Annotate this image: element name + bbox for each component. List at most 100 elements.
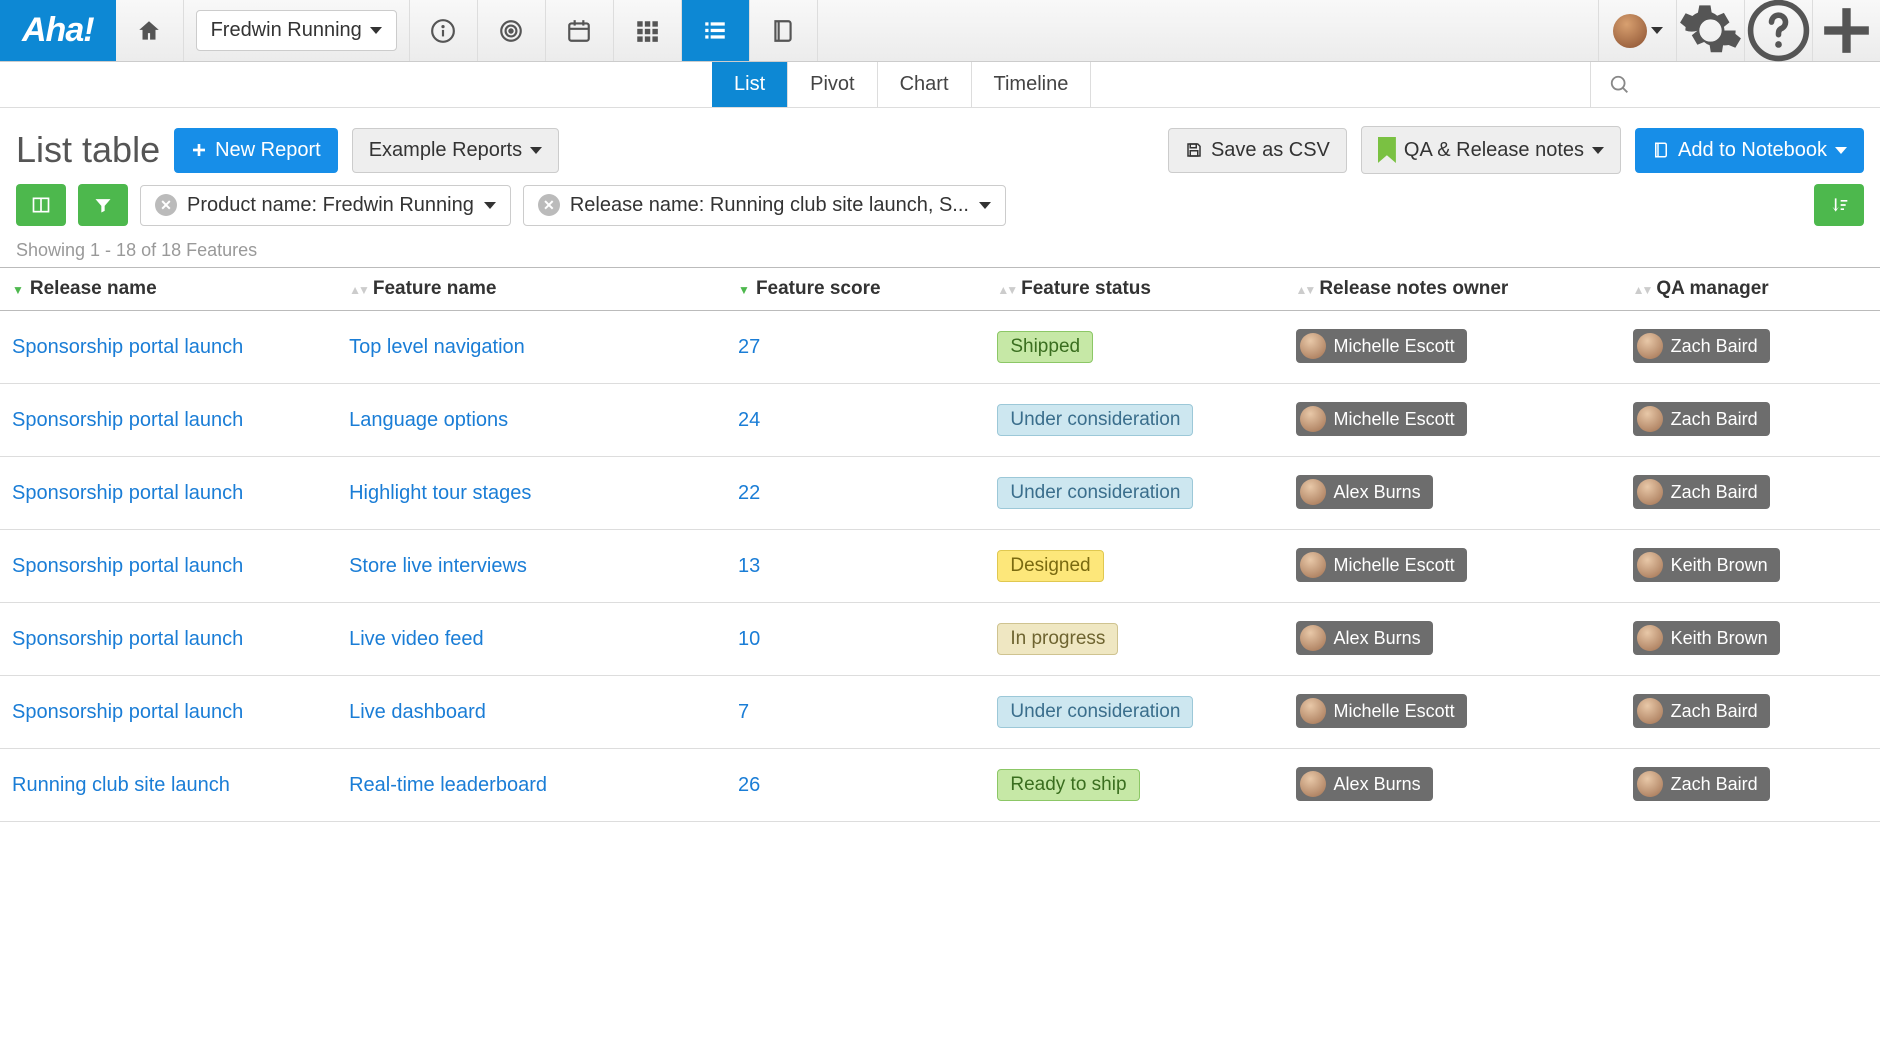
tab-timeline[interactable]: Timeline	[972, 62, 1092, 107]
info-icon[interactable]	[410, 0, 478, 61]
plus-icon[interactable]	[1812, 0, 1880, 61]
filter-product[interactable]: ✕ Product name: Fredwin Running	[140, 185, 511, 226]
save-csv-button[interactable]: Save as CSV	[1168, 128, 1347, 173]
caret-down-icon	[484, 202, 496, 209]
owner-chip[interactable]: Michelle Escott	[1296, 402, 1467, 436]
status-badge: In progress	[997, 623, 1118, 655]
filter-icon	[93, 195, 113, 215]
avatar	[1300, 479, 1326, 505]
caret-down-icon	[979, 202, 991, 209]
target-icon[interactable]	[478, 0, 546, 61]
avatar	[1637, 333, 1663, 359]
qa-chip[interactable]: Zach Baird	[1633, 402, 1770, 436]
saved-report-label: QA & Release notes	[1404, 139, 1584, 162]
owner-chip[interactable]: Michelle Escott	[1296, 548, 1467, 582]
release-link[interactable]: Running club site launch	[12, 774, 230, 796]
filter-release[interactable]: ✕ Release name: Running club site launch…	[523, 185, 1006, 226]
qa-name: Zach Baird	[1671, 336, 1758, 357]
apps-grid-icon[interactable]	[614, 0, 682, 61]
feature-link[interactable]: Live dashboard	[349, 701, 486, 723]
col-score-header[interactable]: ▼Feature score	[726, 268, 985, 311]
owner-name: Alex Burns	[1334, 774, 1421, 795]
feature-link[interactable]: Store live interviews	[349, 555, 527, 577]
qa-chip[interactable]: Zach Baird	[1633, 329, 1770, 363]
tab-chart[interactable]: Chart	[878, 62, 972, 107]
release-link[interactable]: Sponsorship portal launch	[12, 628, 243, 650]
product-selector[interactable]: Fredwin Running	[184, 0, 410, 61]
score-link[interactable]: 22	[738, 482, 760, 504]
owner-name: Alex Burns	[1334, 628, 1421, 649]
col-qa-header[interactable]: ▲▼QA manager	[1621, 268, 1880, 311]
notebook-icon[interactable]	[750, 0, 818, 61]
new-report-label: New Report	[215, 139, 321, 162]
search-input[interactable]	[1590, 62, 1880, 107]
avatar	[1637, 406, 1663, 432]
feature-link[interactable]: Real-time leaderboard	[349, 774, 547, 796]
reports-icon[interactable]	[682, 0, 750, 61]
caret-down-icon	[1651, 27, 1663, 34]
feature-link[interactable]: Top level navigation	[349, 336, 525, 358]
help-icon[interactable]	[1744, 0, 1812, 61]
example-reports-button[interactable]: Example Reports	[352, 128, 559, 173]
user-menu[interactable]	[1598, 0, 1676, 61]
columns-button[interactable]	[16, 184, 66, 226]
qa-chip[interactable]: Zach Baird	[1633, 767, 1770, 801]
qa-chip[interactable]: Zach Baird	[1633, 694, 1770, 728]
tab-list[interactable]: List	[712, 62, 788, 107]
col-status-header[interactable]: ▲▼Feature status	[985, 268, 1283, 311]
qa-chip[interactable]: Zach Baird	[1633, 475, 1770, 509]
avatar	[1300, 552, 1326, 578]
home-icon[interactable]	[116, 0, 184, 61]
release-link[interactable]: Sponsorship portal launch	[12, 555, 243, 577]
col-owner-header[interactable]: ▲▼Release notes owner	[1284, 268, 1621, 311]
owner-name: Michelle Escott	[1334, 701, 1455, 722]
owner-chip[interactable]: Alex Burns	[1296, 621, 1433, 655]
qa-name: Zach Baird	[1671, 482, 1758, 503]
owner-name: Michelle Escott	[1334, 555, 1455, 576]
feature-link[interactable]: Live video feed	[349, 628, 484, 650]
tab-pivot[interactable]: Pivot	[788, 62, 877, 107]
close-icon[interactable]: ✕	[538, 194, 560, 216]
example-reports-label: Example Reports	[369, 139, 522, 162]
score-link[interactable]: 10	[738, 628, 760, 650]
status-badge: Ready to ship	[997, 769, 1139, 801]
add-to-notebook-label: Add to Notebook	[1678, 139, 1827, 162]
aha-logo[interactable]: Aha!	[0, 0, 116, 61]
owner-chip[interactable]: Michelle Escott	[1296, 694, 1467, 728]
sort-icon	[1829, 195, 1849, 215]
owner-chip[interactable]: Michelle Escott	[1296, 329, 1467, 363]
add-to-notebook-button[interactable]: Add to Notebook	[1635, 128, 1864, 173]
qa-chip[interactable]: Keith Brown	[1633, 621, 1780, 655]
avatar	[1637, 552, 1663, 578]
feature-link[interactable]: Language options	[349, 409, 508, 431]
release-link[interactable]: Sponsorship portal launch	[12, 482, 243, 504]
col-release-header[interactable]: ▼Release name	[0, 268, 337, 311]
score-link[interactable]: 7	[738, 701, 749, 723]
new-report-button[interactable]: New Report	[174, 128, 338, 173]
avatar	[1637, 698, 1663, 724]
owner-chip[interactable]: Alex Burns	[1296, 767, 1433, 801]
score-link[interactable]: 24	[738, 409, 760, 431]
qa-name: Keith Brown	[1671, 555, 1768, 576]
table-row: Running club site launch Real-time leade…	[0, 749, 1880, 822]
sort-button[interactable]	[1814, 184, 1864, 226]
avatar	[1300, 771, 1326, 797]
release-link[interactable]: Sponsorship portal launch	[12, 409, 243, 431]
qa-chip[interactable]: Keith Brown	[1633, 548, 1780, 582]
status-badge: Under consideration	[997, 477, 1193, 509]
release-link[interactable]: Sponsorship portal launch	[12, 336, 243, 358]
gear-icon[interactable]	[1676, 0, 1744, 61]
release-link[interactable]: Sponsorship portal launch	[12, 701, 243, 723]
calendar-icon[interactable]	[546, 0, 614, 61]
feature-link[interactable]: Highlight tour stages	[349, 482, 531, 504]
filter-button[interactable]	[78, 184, 128, 226]
score-link[interactable]: 27	[738, 336, 760, 358]
sort-desc-icon: ▼	[12, 283, 24, 297]
close-icon[interactable]: ✕	[155, 194, 177, 216]
score-link[interactable]: 13	[738, 555, 760, 577]
score-link[interactable]: 26	[738, 774, 760, 796]
col-feature-header[interactable]: ▲▼Feature name	[337, 268, 726, 311]
saved-report-dropdown[interactable]: QA & Release notes	[1361, 126, 1621, 174]
owner-chip[interactable]: Alex Burns	[1296, 475, 1433, 509]
caret-down-icon	[1592, 147, 1604, 154]
